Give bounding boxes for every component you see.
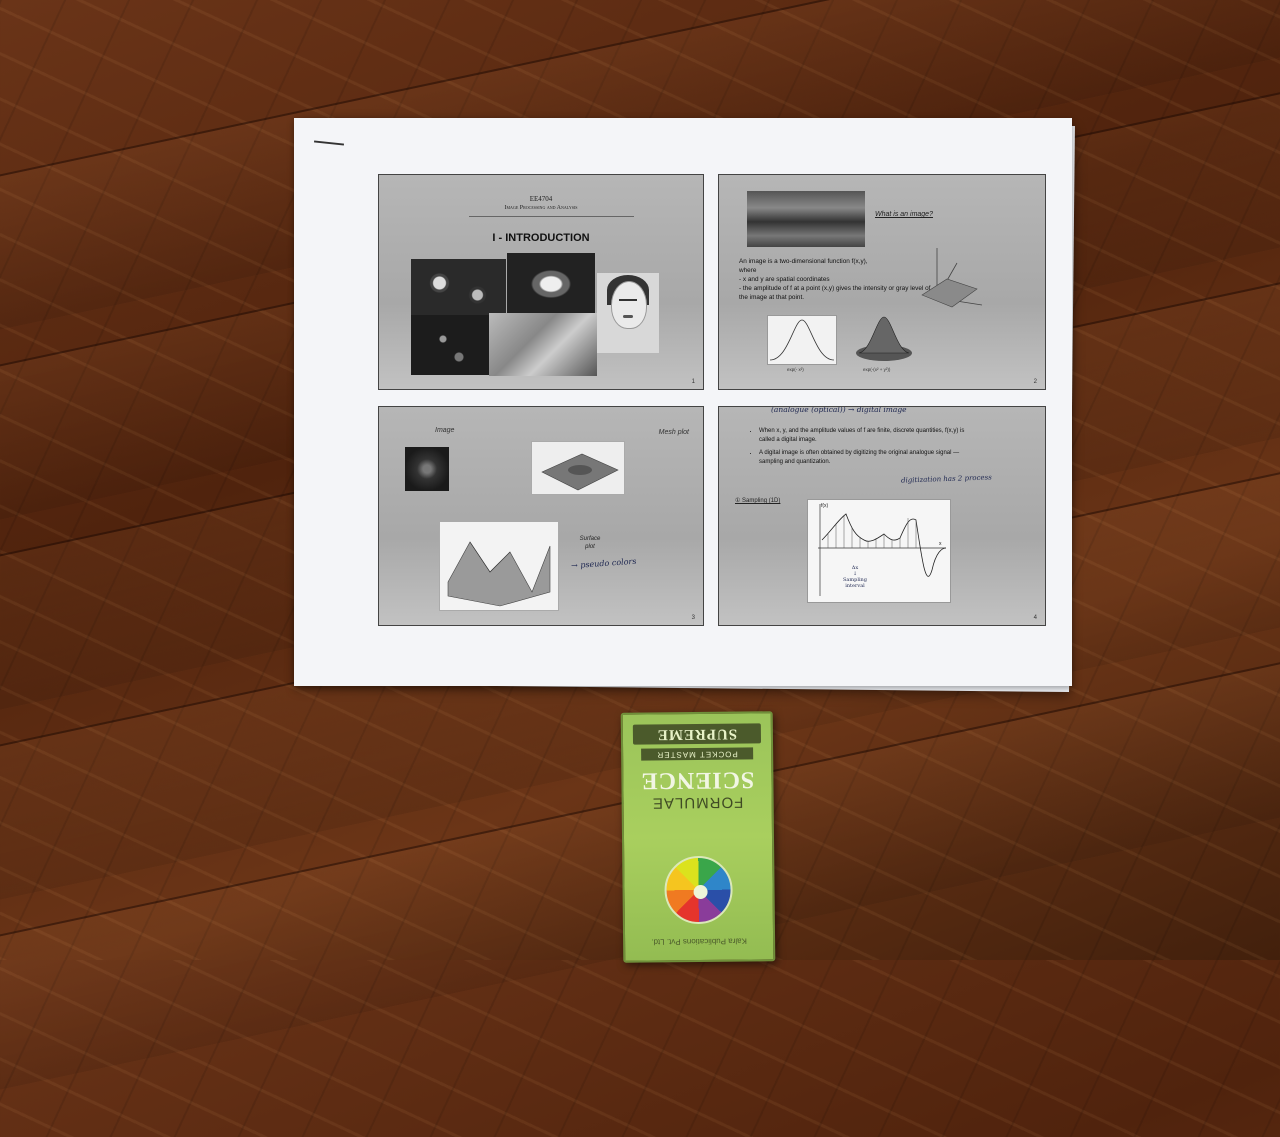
gaussian-2d-surface [856,316,912,361]
title-rule [469,216,634,217]
handwritten-note-right: digitization has 2 process [900,473,992,485]
portrait-face [611,281,647,329]
surface-plot-label-line: Surface [579,536,601,542]
collage-map-photo [489,313,597,376]
book-brand: SUPREME [656,725,738,743]
slide-3: Image Mesh plot Surface plot → pseudo co… [378,406,704,626]
handwritten-sampling-interval: Δx ↓ Sampling interval [843,565,867,589]
portrait-eyes [619,299,637,301]
gaussian-1d-label: exp(- x²) [787,367,804,372]
image-label: Image [435,427,455,434]
collage-eye-photo [507,253,595,315]
slide-2: What is an image? An image is a two-dime… [718,174,1046,390]
pen-mark [313,140,345,146]
collage-night-photo [411,315,491,375]
slide-question: What is an image? [875,211,933,218]
book-series: POCKET MASTER [641,747,754,761]
book-subtitle: FORMULAE [651,793,744,812]
surface-plot-label: Surface plot [575,535,605,551]
color-wheel-center [693,884,708,900]
bullet-list: When x, y, and the amplitude values of f… [751,427,969,471]
slide-number: 1 [691,379,695,385]
handwritten-line: interval [845,583,865,589]
gaussian-1d-plot [767,315,837,365]
sample-image [405,447,449,491]
3d-axes-diagram [921,248,983,308]
course-title: Image Processing and Analysis [504,205,578,211]
gaussian-2d-label: exp(-(x² + y²)) [863,367,891,372]
handwritten-note: → pseudo colors [570,556,637,571]
mesh-plot [531,441,625,495]
collage-portrait-photo [597,273,659,353]
surface-plot [439,521,559,611]
book-cover-upside-down: Kalra Publications Pvt. Ltd. FORMULAE SC… [623,713,774,961]
mesh-plot-label: Mesh plot [658,429,689,436]
handwritten-note-top: (analogue (optical)) → digital image [771,406,907,414]
portrait-lips [623,315,633,318]
slide-4: (analogue (optical)) → digital image Whe… [718,406,1046,626]
pocket-book: Kalra Publications Pvt. Ltd. FORMULAE SC… [620,711,776,963]
plot-y-label: f(x) [821,503,829,509]
section-heading: ① Sampling (1D) [735,498,781,504]
slide-1: EE4704 Image Processing and Analysis I -… [378,174,704,390]
book-title: SCIENCE [640,766,755,794]
slide-number: 4 [1033,615,1037,621]
slide-heading: I - INTRODUCTION [492,232,590,244]
surface-plot-label-line: plot [585,544,595,550]
slide-number: 2 [1033,379,1037,385]
bullet-item: When x, y, and the amplitude values of f… [759,427,969,444]
mountain-photo [747,191,865,247]
collage-bubbles-photo [411,259,506,319]
image-collage [411,253,661,378]
bullet-item: A digital image is often obtained by dig… [759,449,969,466]
course-code: EE4704 [529,195,553,203]
book-publisher: Kalra Publications Pvt. Ltd. [651,936,747,947]
slide-number: 3 [691,615,695,621]
plot-x-label: x [939,541,942,547]
printed-handout: EE4704 Image Processing and Analysis I -… [294,118,1072,686]
sampling-plot [807,499,951,603]
